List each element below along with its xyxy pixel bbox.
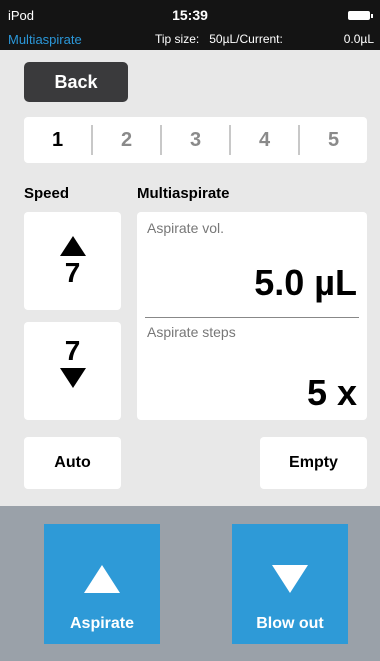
tip-size-info: Tip size: 50µL/Current: [155, 32, 283, 46]
aspirate-steps-label: Aspirate steps [147, 324, 236, 340]
multiaspirate-label: Multiaspirate [137, 185, 230, 202]
aspirate-steps-value[interactable]: 5 x [307, 372, 357, 414]
battery-icon [348, 11, 373, 20]
mode-title: Multiaspirate [8, 32, 82, 47]
status-bar: iPod 15:39 Multiaspirate Tip size: 50µL/C… [0, 0, 380, 50]
aspirate-vol-label: Aspirate vol. [147, 220, 225, 236]
preset-3[interactable]: 3 [160, 125, 229, 155]
arrow-down-icon [59, 368, 86, 388]
speed-up-value: 7 [64, 257, 81, 288]
tip-size-label: Tip size: [155, 32, 200, 46]
speed-label: Speed [24, 185, 70, 202]
empty-button[interactable]: Empty [260, 437, 367, 489]
back-button[interactable]: Back [24, 62, 128, 102]
clock: 15:39 [172, 7, 208, 23]
aspirate-label: Aspirate [69, 615, 135, 632]
preset-2[interactable]: 2 [91, 125, 160, 155]
blow-out-label: Blow out [256, 615, 324, 632]
arrow-down-icon [272, 565, 308, 593]
current-volume: 0.0µL [343, 32, 374, 46]
preset-4[interactable]: 4 [229, 125, 298, 155]
speed-up-button[interactable]: 7 [24, 212, 121, 310]
preset-selector: 1 2 3 4 5 [24, 117, 367, 163]
arrow-up-icon [59, 236, 86, 256]
preset-5[interactable]: 5 [298, 125, 367, 155]
divider [145, 317, 359, 318]
auto-button[interactable]: Auto [24, 437, 121, 489]
tip-size-value: 50µL/Current: [209, 32, 283, 46]
arrow-up-icon [84, 565, 120, 593]
aspirate-button[interactable]: Aspirate [44, 524, 160, 644]
speed-down-button[interactable]: 7 [24, 322, 121, 420]
aspirate-vol-value[interactable]: 5.0 µL [254, 262, 357, 304]
preset-1[interactable]: 1 [24, 125, 91, 155]
speed-down-value: 7 [64, 335, 81, 366]
multiaspirate-panel: Aspirate vol. 5.0 µL Aspirate steps 5 x [137, 212, 367, 420]
blow-out-button[interactable]: Blow out [232, 524, 348, 644]
